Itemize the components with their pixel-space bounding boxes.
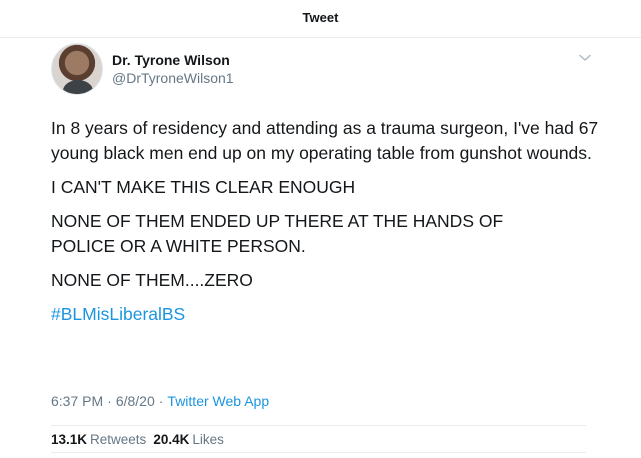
tweet-text: In 8 years of residency and attending as… <box>51 116 611 336</box>
avatar[interactable] <box>51 43 103 95</box>
author-handle[interactable]: @DrTyroneWilson1 <box>112 69 234 87</box>
tweet-meta: 6:37 PM · 6/8/20 · Twitter Web App <box>51 393 269 409</box>
tweet-time[interactable]: 6:37 PM <box>51 393 103 409</box>
divider <box>51 452 586 453</box>
meta-separator: · <box>158 393 164 409</box>
meta-separator: · <box>107 393 112 409</box>
tweet-paragraph: In 8 years of residency and attending as… <box>51 118 599 163</box>
tweet-stats: 13.1K Retweets 20.4K Likes <box>51 432 224 447</box>
tweet-paragraph: NONE OF THEM....ZERO <box>51 270 253 290</box>
likes-stat[interactable]: 20.4K Likes <box>153 432 224 447</box>
tweet-date[interactable]: 6/8/20 <box>116 393 155 409</box>
divider <box>51 425 586 426</box>
likes-count: 20.4K <box>153 432 190 447</box>
chevron-down-icon <box>579 54 591 61</box>
hashtag-link[interactable]: #BLMisLiberalBS <box>51 302 611 327</box>
retweets-stat[interactable]: 13.1K Retweets <box>51 432 146 447</box>
page-title: Tweet <box>302 9 339 25</box>
tweet-paragraph: I CAN'T MAKE THIS CLEAR ENOUGH <box>51 177 356 197</box>
author-names: Dr. Tyrone Wilson @DrTyroneWilson1 <box>112 51 234 87</box>
tweet-paragraph: NONE OF THEM ENDED UP THERE AT THE HANDS… <box>51 211 504 256</box>
tweet-menu-button[interactable] <box>578 52 592 64</box>
retweets-label: Retweets <box>90 432 147 447</box>
tweet-source-link[interactable]: Twitter Web App <box>167 393 269 409</box>
page-header: Tweet <box>0 0 641 38</box>
tweet-author[interactable]: Dr. Tyrone Wilson @DrTyroneWilson1 <box>51 42 591 96</box>
retweets-count: 13.1K <box>51 432 88 447</box>
tweet-page: Tweet Dr. Tyrone Wilson @DrTyroneWilson1… <box>0 0 641 458</box>
author-display-name[interactable]: Dr. Tyrone Wilson <box>112 51 234 69</box>
likes-label: Likes <box>192 432 224 447</box>
